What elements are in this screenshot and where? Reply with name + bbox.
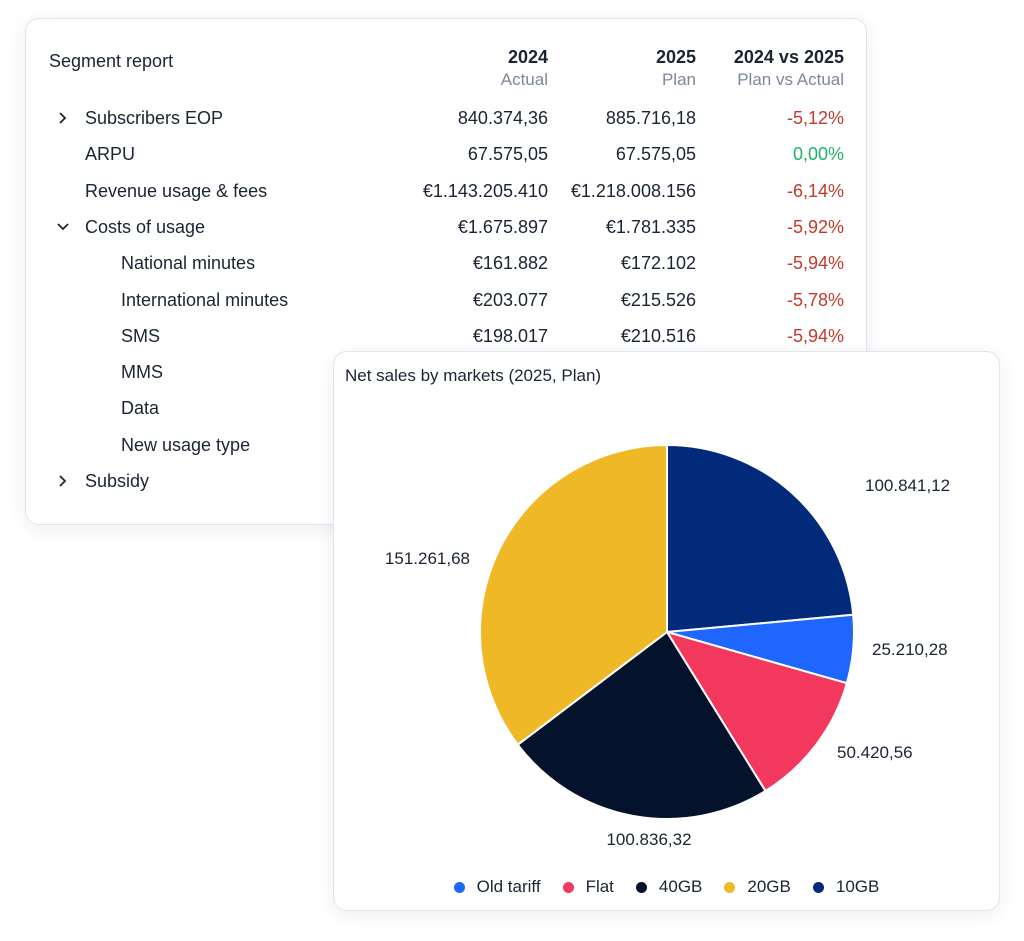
column-scenario: Plan vs Actual bbox=[737, 70, 844, 89]
chevron-right-icon[interactable] bbox=[56, 463, 72, 499]
value-2025: €172.102 bbox=[620, 253, 696, 274]
data-label: 25.210,28 bbox=[872, 640, 948, 659]
value-2025: €210.516 bbox=[620, 325, 696, 346]
column-scenario: Plan bbox=[661, 70, 696, 89]
column-header-variance[interactable]: 2024 vs 2025 Plan vs Actual bbox=[734, 47, 844, 90]
value-2025: 67.575,05 bbox=[615, 144, 696, 165]
value-variance: 0,00% bbox=[792, 144, 844, 165]
data-label: 100.836,32 bbox=[606, 830, 691, 849]
value-variance: -5,92% bbox=[786, 216, 844, 237]
table-row: International minutes €203.077 €215.526 -5,… bbox=[26, 282, 866, 318]
legend-label: Old tariff bbox=[476, 877, 541, 896]
value-variance: -5,78% bbox=[786, 289, 844, 310]
legend-item[interactable]: 40GB bbox=[635, 877, 703, 897]
row-label: MMS bbox=[121, 362, 163, 383]
value-variance: -5,12% bbox=[786, 108, 844, 128]
data-label: 50.420,56 bbox=[837, 743, 913, 762]
legend-item[interactable]: 20GB bbox=[724, 877, 791, 897]
column-scenario: Actual bbox=[500, 70, 548, 89]
chevron-down-icon[interactable] bbox=[56, 209, 72, 245]
value-variance: -6,14% bbox=[786, 180, 844, 201]
net-sales-chart-card: Net sales by markets (2025, Plan) 100.84… bbox=[333, 351, 1000, 911]
report-title: Segment report bbox=[49, 51, 174, 71]
pie-slice-10gb[interactable] bbox=[666, 443, 855, 634]
value-2024: 67.575,05 bbox=[467, 144, 548, 165]
row-label: International minutes bbox=[121, 289, 289, 310]
legend-dot-icon bbox=[724, 881, 736, 893]
table-row: SMS €198.017 €210.516 -5,94% bbox=[26, 318, 866, 354]
legend-dot-icon bbox=[562, 881, 574, 893]
column-header-2024[interactable]: 2024 Actual bbox=[501, 47, 548, 90]
legend-label: 10GB bbox=[835, 877, 880, 896]
row-label: Revenue usage & fees bbox=[85, 180, 268, 201]
column-year: 2024 vs 2025 bbox=[733, 47, 844, 67]
legend-dot-icon bbox=[812, 881, 824, 893]
chevron-right-icon[interactable] bbox=[56, 100, 72, 136]
row-label: Costs of usage bbox=[85, 216, 206, 237]
value-2024: 840.374,36 bbox=[457, 108, 548, 128]
column-year: 2025 bbox=[655, 47, 696, 67]
row-label: Subsidy bbox=[85, 471, 150, 491]
row-label: SMS bbox=[121, 325, 161, 346]
legend-label: Flat bbox=[585, 877, 614, 896]
value-2025: 885.716,18 bbox=[605, 108, 696, 128]
legend-label: 40GB bbox=[658, 877, 703, 896]
legend-dot-icon bbox=[453, 881, 465, 893]
row-label: ARPU bbox=[85, 144, 136, 165]
value-2024: €198.017 bbox=[472, 325, 548, 346]
table-row[interactable]: Subscribers EOP 840.374,36 885.716,18 -5,12… bbox=[26, 100, 866, 136]
legend-dot-icon bbox=[635, 881, 647, 893]
column-header-2025[interactable]: 2025 Plan bbox=[656, 47, 696, 90]
legend-item[interactable]: Old tariff bbox=[453, 877, 541, 897]
row-label: Subscribers EOP bbox=[85, 108, 224, 128]
legend-label: 20GB bbox=[747, 877, 791, 896]
data-label: 100.841,12 bbox=[865, 476, 950, 495]
table-row[interactable]: Costs of usage €1.675.897 €1.781.335 -5,92% bbox=[26, 209, 866, 245]
value-variance: -5,94% bbox=[786, 325, 844, 346]
legend-item[interactable]: Flat bbox=[562, 877, 614, 897]
table-row: ARPU 67.575,05 67.575,05 0,00% bbox=[26, 136, 866, 172]
row-label: National minutes bbox=[121, 253, 256, 274]
table-row: National minutes €161.882 €172.102 -5,94% bbox=[26, 245, 866, 281]
chart-legend: Old tariff Flat 40GB 20GB 10GB bbox=[334, 877, 999, 897]
row-label: New usage type bbox=[121, 434, 251, 455]
value-2025: €1.218.008.156 bbox=[570, 180, 696, 201]
legend-item[interactable]: 10GB bbox=[812, 877, 880, 897]
value-2025: €1.781.335 bbox=[605, 216, 696, 237]
data-label: 151.261,68 bbox=[385, 549, 470, 568]
value-2024: €1.675.897 bbox=[457, 216, 548, 237]
row-label: Data bbox=[121, 398, 160, 419]
pie-chart: 100.841,12 25.210,28 50.420,56 100.836,32 15… bbox=[385, 443, 950, 849]
column-year: 2024 bbox=[507, 47, 548, 67]
value-2024: €1.143.205.410 bbox=[422, 180, 548, 201]
value-variance: -5,94% bbox=[786, 253, 844, 274]
value-2025: €215.526 bbox=[620, 289, 696, 310]
table-row: Revenue usage & fees €1.143.205.410 €1.218… bbox=[26, 173, 866, 209]
value-2024: €161.882 bbox=[472, 253, 548, 274]
value-2024: €203.077 bbox=[472, 289, 548, 310]
